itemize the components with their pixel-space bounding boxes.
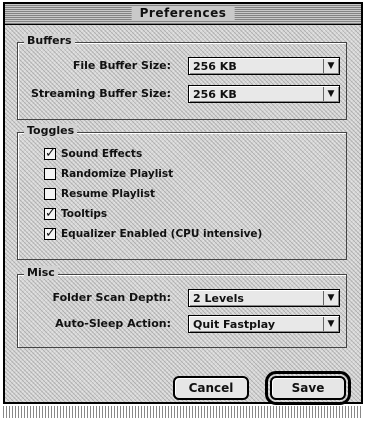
chevron-down-icon: ▼: [323, 317, 338, 331]
title-bar[interactable]: Preferences: [5, 4, 361, 25]
auto-sleep-label: Auto-Sleep Action:: [55, 317, 171, 330]
file-buffer-select[interactable]: 256 KB ▼: [188, 57, 340, 75]
checkbox-checked-icon: ✓: [44, 206, 56, 221]
equalizer-label: Equalizer Enabled (CPU intensive): [61, 228, 263, 240]
checkbox-checked-icon: ✓: [44, 226, 56, 241]
streaming-buffer-row: Streaming Buffer Size: 256 KB ▼: [18, 85, 346, 103]
resume-playlist-label: Resume Playlist: [61, 188, 156, 200]
cancel-button[interactable]: Cancel: [173, 376, 249, 400]
window-bottom-edge: [3, 406, 363, 418]
misc-group: Misc Folder Scan Depth: 2 Levels ▼ Auto-…: [17, 266, 347, 348]
auto-sleep-row: Auto-Sleep Action: Quit Fastplay ▼: [18, 315, 346, 333]
preferences-window: Preferences Buffers File Buffer Size: 25…: [3, 2, 363, 405]
save-button[interactable]: Save: [265, 371, 351, 405]
folder-scan-label: Folder Scan Depth:: [52, 291, 171, 304]
file-buffer-label: File Buffer Size:: [72, 59, 171, 72]
auto-sleep-select[interactable]: Quit Fastplay ▼: [188, 315, 340, 333]
checkbox-unchecked-icon: [44, 188, 56, 200]
file-buffer-value: 256 KB: [193, 60, 237, 73]
folder-scan-value: 2 Levels: [193, 292, 244, 305]
file-buffer-row: File Buffer Size: 256 KB ▼: [18, 57, 346, 75]
auto-sleep-value: Quit Fastplay: [193, 318, 276, 331]
tooltips-label: Tooltips: [61, 208, 108, 220]
window-title: Preferences: [131, 6, 235, 20]
sound-effects-label: Sound Effects: [61, 148, 143, 160]
streaming-buffer-select[interactable]: 256 KB ▼: [188, 85, 340, 103]
toggles-legend: Toggles: [24, 124, 78, 137]
folder-scan-row: Folder Scan Depth: 2 Levels ▼: [18, 289, 346, 307]
chevron-down-icon: ▼: [323, 87, 338, 101]
folder-scan-select[interactable]: 2 Levels ▼: [188, 289, 340, 307]
toggles-group: Toggles ✓ Sound Effects Randomize Playli…: [17, 124, 347, 260]
randomize-playlist-label: Randomize Playlist: [61, 168, 174, 180]
checkbox-unchecked-icon: [44, 168, 56, 180]
checkbox-checked-icon: ✓: [44, 146, 56, 161]
buffers-legend: Buffers: [24, 34, 75, 47]
chevron-down-icon: ▼: [323, 59, 338, 73]
streaming-buffer-value: 256 KB: [193, 88, 237, 101]
chevron-down-icon: ▼: [323, 291, 338, 305]
buffers-group: Buffers File Buffer Size: 256 KB ▼ Strea…: [17, 34, 347, 120]
streaming-buffer-label: Streaming Buffer Size:: [30, 87, 171, 100]
misc-legend: Misc: [24, 266, 58, 279]
